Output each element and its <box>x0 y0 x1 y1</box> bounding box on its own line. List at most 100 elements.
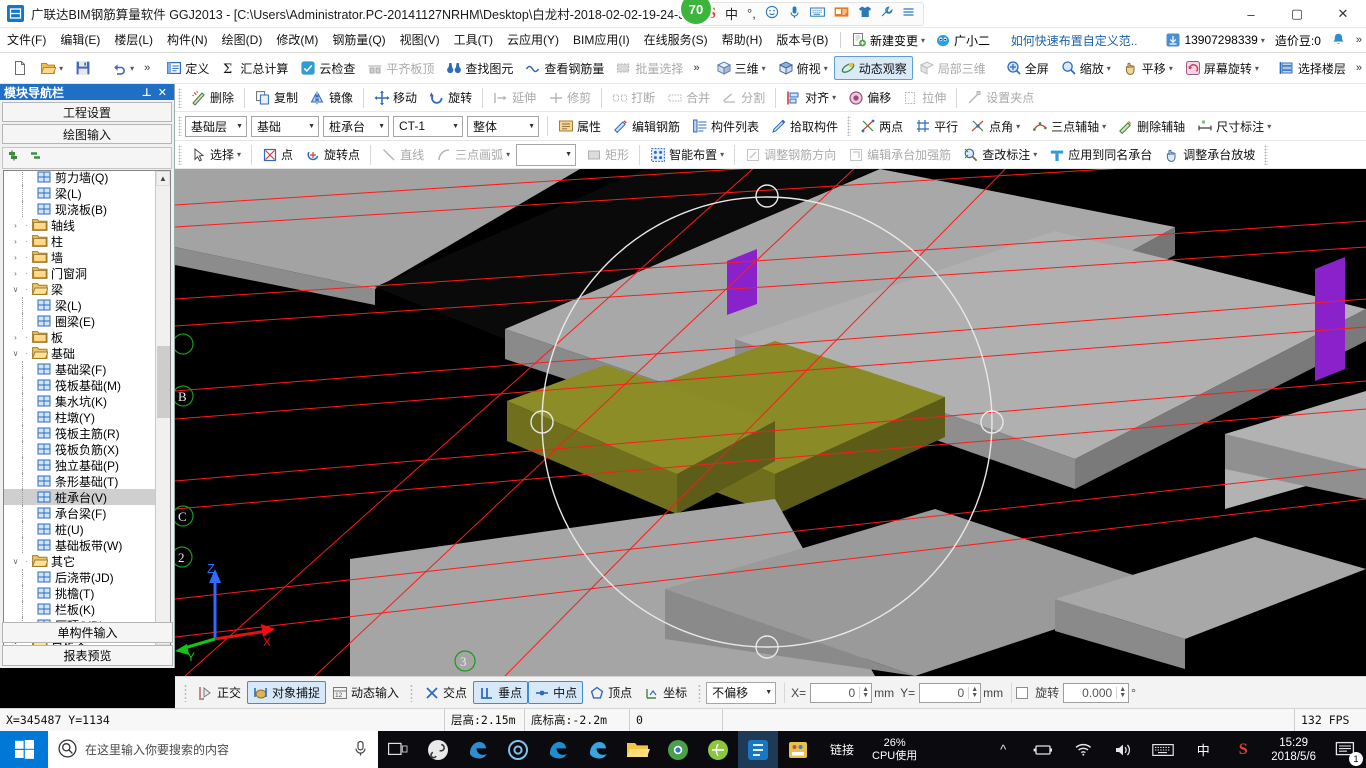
taskbar-app-chrome[interactable] <box>658 731 698 768</box>
single-component-input-button[interactable]: 单构件输入 <box>2 622 173 643</box>
object-snap-toggle[interactable]: 对象捕捉 <box>247 681 327 704</box>
chevron-down-icon[interactable]: ▾ <box>237 150 241 159</box>
toolbar-grip[interactable] <box>847 116 852 136</box>
taskbar-app-steam[interactable] <box>418 731 458 768</box>
copy-button[interactable]: 复制 <box>249 86 304 110</box>
parallel-axis-button[interactable]: 平行 <box>909 114 964 138</box>
pin-icon[interactable]: ⊥ <box>139 86 155 99</box>
taskbar-search[interactable]: 在这里输入你要搜索的内容 <box>48 731 378 768</box>
chevron-down-icon[interactable]: ▾ <box>762 64 766 73</box>
break-button[interactable]: 打断 <box>606 86 661 110</box>
ime-tools-icon[interactable] <box>880 5 893 22</box>
chevron-down-icon[interactable]: ▾ <box>720 150 724 159</box>
smart-layout-button[interactable]: 智能布置 ▾ <box>644 143 730 167</box>
tree-item-18[interactable]: 独立基础(P) <box>4 457 156 473</box>
component-name-combo[interactable]: CT-1 ▼ <box>393 115 463 137</box>
model-canvas[interactable]: Z X Y B C 2 3 <box>175 169 1366 676</box>
toolbar-grip[interactable] <box>1264 144 1269 165</box>
taskbar-app-edge-legacy[interactable] <box>458 731 498 768</box>
align-slab-top-button[interactable]: 平齐板顶 <box>361 56 440 80</box>
tree-item-6[interactable]: › · 门窗洞 <box>4 265 156 281</box>
define-button[interactable]: 定义 <box>160 56 215 80</box>
chevron-right-icon[interactable]: › <box>10 269 21 278</box>
chevron-right-icon[interactable]: › <box>10 333 21 342</box>
ime-shirt-icon[interactable] <box>858 5 871 22</box>
check-annotation-button[interactable]: 查改标注 ▾ <box>957 143 1043 167</box>
toolbar1-left-overflow[interactable]: » <box>140 62 154 74</box>
view-3d-button[interactable]: 三维 ▾ <box>710 56 772 80</box>
adjust-rebar-direction-button[interactable]: 调整钢筋方向 <box>739 143 842 167</box>
apply-same-name-cap-button[interactable]: 应用到同名承台 <box>1043 143 1158 167</box>
snapbar-grip[interactable] <box>410 683 414 702</box>
adjust-cap-slope-button[interactable]: 调整承台放坡 <box>1158 143 1261 167</box>
tray-battery[interactable] <box>1023 731 1063 768</box>
ime-menu-icon[interactable] <box>902 6 915 21</box>
edit-rebar-button[interactable]: 编辑钢筋 <box>607 114 686 138</box>
line-tool-button[interactable]: 直线 <box>375 143 430 167</box>
snapbar-grip[interactable] <box>184 683 187 702</box>
menu-floor[interactable]: 楼层(L) <box>107 30 160 51</box>
batch-select-button[interactable]: 批量选择 <box>610 56 689 80</box>
chevron-down-icon[interactable]: ▾ <box>1267 122 1271 131</box>
rectangle-tool-button[interactable]: 矩形 <box>580 143 635 167</box>
toolbar-grip[interactable] <box>178 87 182 108</box>
trim-button[interactable]: 修剪 <box>542 86 597 110</box>
three-point-arc-button[interactable]: 三点画弧 ▾ <box>430 143 516 167</box>
tree-item-3[interactable]: › · 轴线 <box>4 217 156 233</box>
tree-item-22[interactable]: 桩(U) <box>4 521 156 537</box>
collapse-all-icon[interactable] <box>30 150 46 166</box>
new-file-button[interactable] <box>6 56 34 80</box>
tree-item-16[interactable]: 筏板主筋(R) <box>4 425 156 441</box>
midpoint-snap-toggle[interactable]: 中点 <box>528 681 584 704</box>
chevron-right-icon[interactable]: › <box>10 221 21 230</box>
select-tool-button[interactable]: 选择 ▾ <box>185 143 247 167</box>
ime-microphone-icon[interactable] <box>788 5 801 22</box>
new-change-button[interactable]: 新建变更 ▾ <box>846 32 930 49</box>
toolbar1-mid-overflow[interactable]: » <box>689 62 703 74</box>
scroll-up-button[interactable]: ▲ <box>156 171 170 186</box>
menu-online-service[interactable]: 在线服务(S) <box>637 30 715 51</box>
ime-smiley-icon[interactable] <box>765 5 779 22</box>
chevron-down-icon[interactable]: ▼ <box>308 123 315 130</box>
summary-calc-button[interactable]: Σ 汇总计算 <box>215 56 294 80</box>
taskbar-app-browser-green[interactable] <box>698 731 738 768</box>
ime-punctuation-icon[interactable]: °, <box>747 6 756 21</box>
tree-item-20[interactable]: 桩承台(V) <box>4 489 156 505</box>
promo-link[interactable]: 如何快速布置自定义范.. <box>1011 32 1138 49</box>
ime-keyboard-icon[interactable] <box>809 6 825 21</box>
top-view-button[interactable]: 俯视 ▾ <box>772 56 834 80</box>
chevron-down-icon[interactable]: ▾ <box>1016 122 1020 131</box>
point-angle-axis-button[interactable]: 点角 ▾ <box>964 114 1026 138</box>
tree-item-8[interactable]: 梁(L) <box>4 297 156 313</box>
tree-item-0[interactable]: 剪力墙(Q) <box>4 171 156 185</box>
y-offset-input[interactable]: 0 ▲ ▼ <box>919 682 982 703</box>
y-spinner[interactable]: ▲ ▼ <box>968 686 980 699</box>
stretch-button[interactable]: 拉伸 <box>897 86 952 110</box>
tree-item-7[interactable]: ∨ · 梁 <box>4 281 156 297</box>
point-tool-button[interactable]: 点 <box>256 143 299 167</box>
merge-button[interactable]: 合并 <box>661 86 716 110</box>
dimension-button[interactable]: 尺寸标注 ▾ <box>1191 114 1277 138</box>
taskbar-app-edge2[interactable] <box>578 731 618 768</box>
coordinate-snap-toggle[interactable]: 坐标 <box>638 681 693 704</box>
properties-button[interactable]: 属性 <box>552 114 607 138</box>
tree-item-1[interactable]: 梁(L) <box>4 185 156 201</box>
menu-version[interactable]: 版本号(B) <box>769 30 835 51</box>
menu-tools[interactable]: 工具(T) <box>447 30 500 51</box>
pick-component-button[interactable]: 拾取构件 <box>765 114 844 138</box>
tree-item-13[interactable]: 筏板基础(M) <box>4 377 156 393</box>
tree-item-23[interactable]: 基础板带(W) <box>4 537 156 553</box>
edit-cap-rebar-button[interactable]: 编辑承台加强筋 <box>842 143 957 167</box>
screen-rotate-button[interactable]: 屏幕旋转 ▾ <box>1179 56 1265 80</box>
rotate-spinner[interactable]: ▲ ▼ <box>1116 686 1128 699</box>
dynamic-orbit-button[interactable]: 动态观察 <box>833 56 913 80</box>
project-settings-button[interactable]: 工程设置 <box>2 102 172 122</box>
chevron-down-icon[interactable]: ▼ <box>528 123 535 130</box>
extend-button[interactable]: 延伸 <box>487 86 542 110</box>
taskbar-app-explorer[interactable] <box>618 731 658 768</box>
rotate-button[interactable]: 旋转 <box>423 86 478 110</box>
tray-keyboard[interactable] <box>1143 731 1183 768</box>
tree-item-27[interactable]: 栏板(K) <box>4 601 156 617</box>
chevron-down-icon[interactable]: ▾ <box>1107 64 1111 73</box>
snapbar-grip[interactable] <box>698 683 702 702</box>
